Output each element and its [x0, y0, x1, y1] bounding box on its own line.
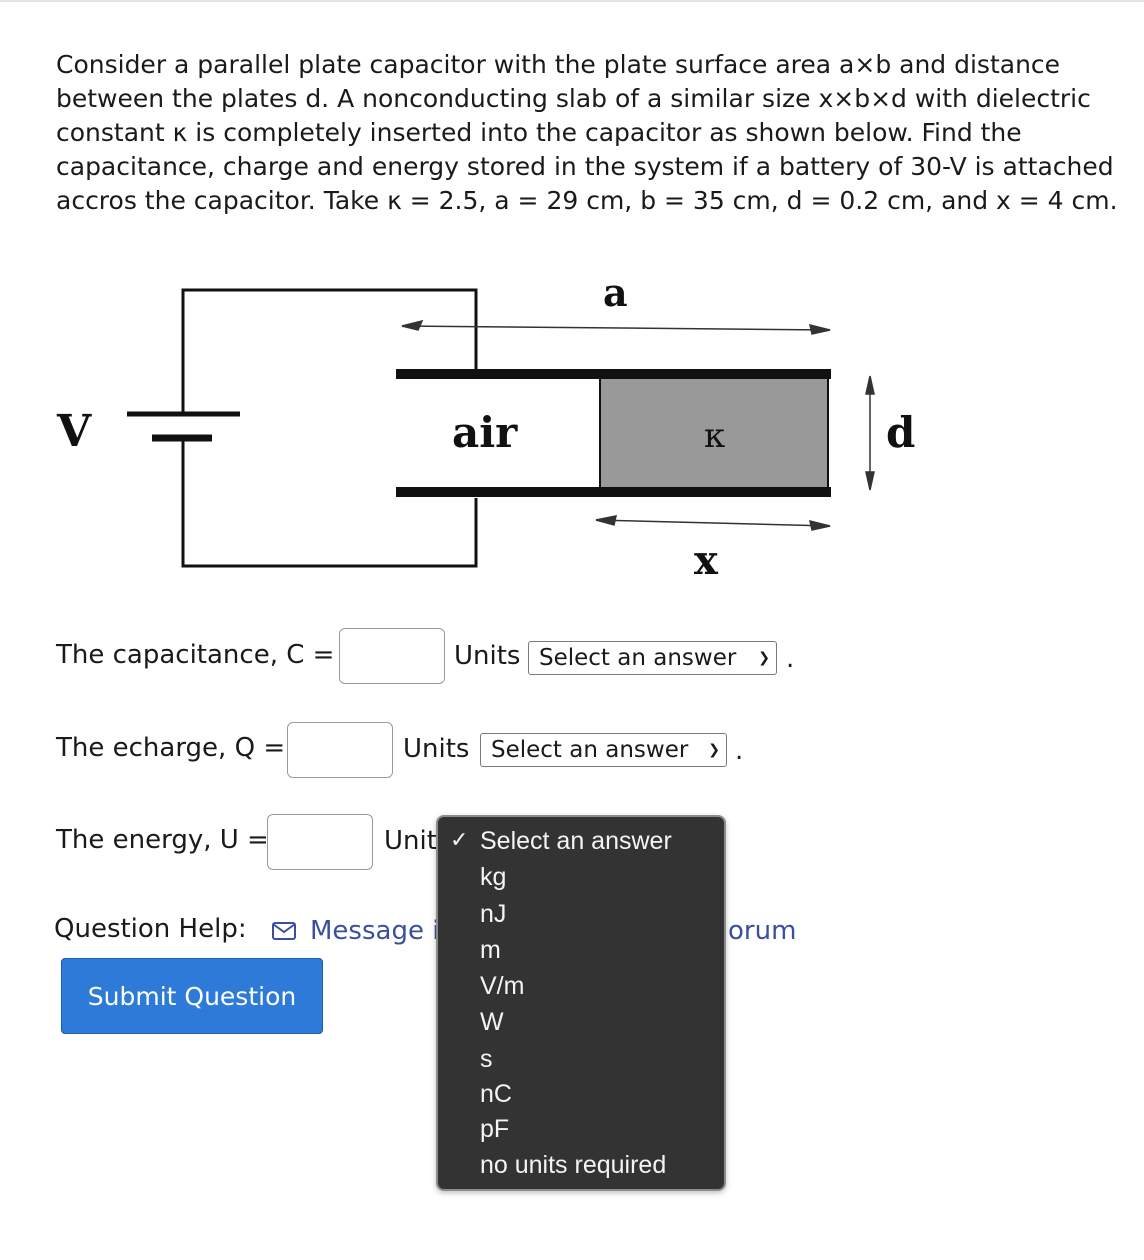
dropdown-option-pf[interactable]: pF	[480, 1115, 509, 1144]
capacitance-units-select[interactable]: Select an answer ❯	[528, 641, 777, 675]
top-divider	[0, 0, 1144, 2]
capacitance-period: .	[786, 644, 795, 674]
capacitance-units-selected: Select an answer	[539, 645, 737, 671]
dropdown-option-nc[interactable]: nC	[480, 1080, 512, 1109]
problem-statement: Consider a parallel plate capacitor with…	[56, 50, 1118, 215]
bottom-wire	[181, 438, 478, 568]
message-instructor-link[interactable]: Message i	[310, 916, 439, 946]
energy-units-dropdown[interactable]: ✓ Select an answer kg nJ m V/m W s nC pF…	[436, 815, 726, 1191]
top-plate	[396, 369, 831, 379]
charge-input[interactable]	[287, 722, 393, 778]
charge-label: The echarge, Q =	[56, 733, 286, 763]
charge-units-selected: Select an answer	[491, 737, 689, 763]
charge-period: .	[735, 736, 744, 766]
charge-units-label: Units	[403, 734, 470, 764]
dropdown-option-m[interactable]: m	[480, 936, 501, 965]
capacitance-units-label: Units	[454, 641, 521, 671]
label-a: a	[603, 270, 628, 315]
dropdown-option-select-an-answer[interactable]: Select an answer	[480, 827, 672, 856]
label-x: x	[694, 537, 719, 584]
dropdown-option-v-per-m[interactable]: V/m	[480, 972, 524, 1001]
post-to-forum-link[interactable]: orum	[728, 916, 796, 946]
dropdown-option-kg[interactable]: kg	[480, 863, 506, 892]
dimension-arrow-x	[595, 515, 831, 531]
label-v: V	[56, 406, 92, 457]
dimension-arrow-a	[401, 319, 831, 335]
top-wire	[181, 288, 478, 414]
capacitor-figure: V a air κ d x	[56, 270, 915, 584]
energy-units-label: Unit	[384, 826, 437, 856]
checkmark-icon: ✓	[450, 828, 469, 853]
question-help-label: Question Help:	[54, 914, 247, 944]
dropdown-option-w[interactable]: W	[480, 1008, 504, 1037]
label-d: d	[886, 408, 915, 457]
dropdown-option-no-units-required[interactable]: no units required	[480, 1151, 666, 1180]
label-kappa: κ	[704, 416, 725, 456]
label-air: air	[452, 408, 518, 457]
dropdown-option-nj[interactable]: nJ	[480, 900, 506, 929]
chevron-down-icon: ❯	[708, 742, 720, 758]
charge-units-select[interactable]: Select an answer ❯	[480, 733, 727, 767]
energy-label: The energy, U =	[56, 825, 269, 855]
bottom-plate	[396, 487, 831, 497]
envelope-icon	[272, 922, 296, 940]
dropdown-option-s[interactable]: s	[480, 1045, 493, 1074]
capacitance-label: The capacitance, C =	[56, 640, 335, 670]
capacitance-input[interactable]	[339, 628, 445, 684]
energy-input[interactable]	[267, 814, 373, 870]
dimension-arrow-d	[865, 375, 875, 491]
submit-question-button[interactable]: Submit Question	[61, 958, 323, 1034]
chevron-down-icon: ❯	[758, 650, 770, 666]
circuit-wires	[181, 288, 478, 568]
